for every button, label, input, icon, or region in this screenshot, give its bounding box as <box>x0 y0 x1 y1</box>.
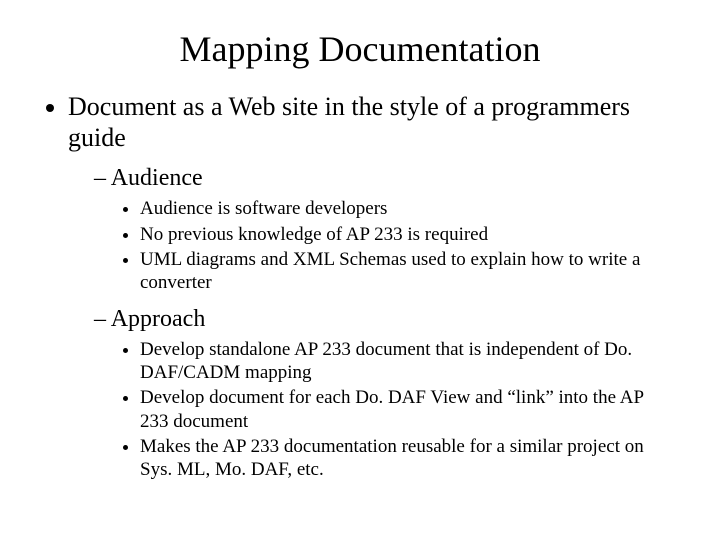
bullet-text: Approach <box>111 306 206 332</box>
bullet-text: Develop document for each Do. DAF View a… <box>140 387 643 431</box>
bullet-text: Document as a Web site in the style of a… <box>68 92 630 152</box>
bullet-text: Audience <box>111 165 203 191</box>
bullet-lvl3: UML diagrams and XML Schemas used to exp… <box>140 248 680 294</box>
bullet-text: No previous knowledge of AP 233 is requi… <box>140 224 488 245</box>
bullet-lvl2: Audience Audience is software developers… <box>94 163 680 294</box>
bullet-lvl3: Develop standalone AP 233 document that … <box>140 338 680 384</box>
bullet-list-lvl2: Audience Audience is software developers… <box>68 163 680 481</box>
bullet-text: Audience is software developers <box>140 198 387 219</box>
slide-title: Mapping Documentation <box>40 28 680 70</box>
bullet-list-lvl3: Audience is software developers No previ… <box>94 197 680 294</box>
bullet-text: Develop standalone AP 233 document that … <box>140 339 632 383</box>
bullet-lvl3: Audience is software developers <box>140 197 680 220</box>
bullet-list-lvl1: Document as a Web site in the style of a… <box>40 92 680 481</box>
bullet-lvl2: Approach Develop standalone AP 233 docum… <box>94 304 680 481</box>
bullet-text: Makes the AP 233 documentation reusable … <box>140 436 644 480</box>
bullet-lvl1: Document as a Web site in the style of a… <box>68 92 680 481</box>
slide: Mapping Documentation Document as a Web … <box>0 0 720 540</box>
bullet-text: UML diagrams and XML Schemas used to exp… <box>140 249 640 293</box>
bullet-lvl3: Makes the AP 233 documentation reusable … <box>140 435 680 481</box>
bullet-lvl3: No previous knowledge of AP 233 is requi… <box>140 223 680 246</box>
bullet-lvl3: Develop document for each Do. DAF View a… <box>140 386 680 432</box>
bullet-list-lvl3: Develop standalone AP 233 document that … <box>94 338 680 481</box>
